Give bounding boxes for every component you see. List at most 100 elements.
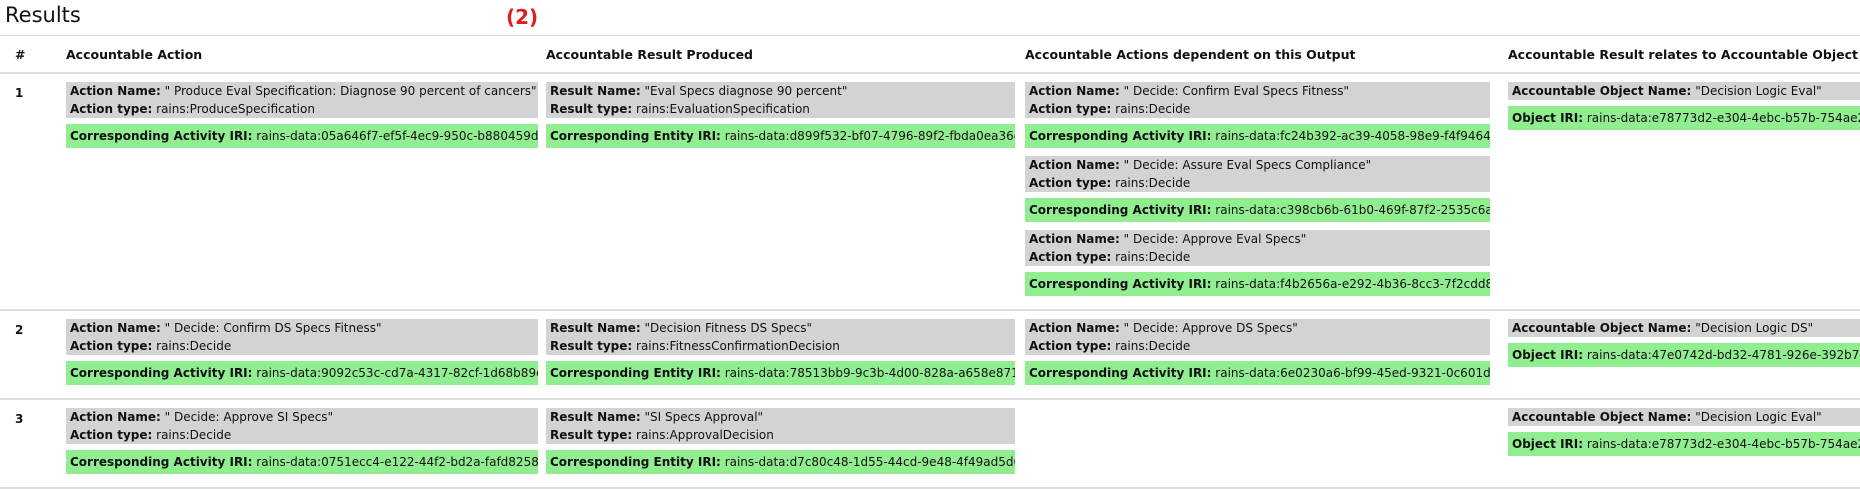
field-label: Action type: (70, 339, 153, 353)
field-value: " Decide: Confirm Eval Specs Fitness" (1123, 84, 1350, 98)
field-label: Accountable Object Name: (1512, 84, 1692, 98)
result-info-box: Result Name: "SI Specs Approval" Result t… (546, 408, 1015, 444)
annotation-marker: (2) (506, 5, 539, 29)
result-cell: Result Name: "Eval Specs diagnose 90 per… (505, 73, 1015, 311)
field-label: Result type: (550, 339, 633, 353)
dependent-activity-iri-box: Corresponding Activity IRI: rains-data:f… (1025, 124, 1490, 148)
field-value: rains-data:e78773d2-e304-4ebc-b57b-754ae… (1586, 437, 1860, 451)
header-number: # (0, 36, 25, 74)
object-iri-box: Object IRI: rains-data:e78773d2-e304-4eb… (1508, 432, 1860, 456)
action-cell: Action Name: " Decide: Approve SI Specs"… (25, 399, 538, 489)
dependent-actions-cell: Action Name: " Decide: Confirm Eval Spec… (984, 73, 1490, 311)
field-value: "Eval Specs diagnose 90 percent" (644, 84, 848, 98)
field-value: rains-data:78513bb9-9c3b-4d00-828a-a658e… (724, 366, 1015, 380)
object-cell: Accountable Object Name: "Decision Logic… (1467, 310, 1860, 400)
dependent-action-info-box: Action Name: " Decide: Approve DS Specs"… (1025, 319, 1490, 355)
field-label: Accountable Object Name: (1512, 410, 1692, 424)
entity-iri-box: Corresponding Entity IRI: rains-data:d7c… (546, 450, 1015, 474)
field-label: Action type: (70, 102, 153, 116)
dependent-activity-iri-box: Corresponding Activity IRI: rains-data:c… (1025, 198, 1490, 222)
field-value: rains:EvaluationSpecification (636, 102, 810, 116)
row-number: 3 (0, 399, 25, 489)
field-value: rains-data:d899f532-bf07-4796-89f2-fbda0… (724, 129, 1015, 143)
action-info-box: Action Name: " Decide: Approve SI Specs"… (66, 408, 538, 444)
dependent-action-info-box: Action Name: " Decide: Approve Eval Spec… (1025, 230, 1490, 266)
field-label: Action type: (1029, 250, 1112, 264)
field-value: rains-data:f4b2656a-e292-4b36-8cc3-7f2cd… (1215, 277, 1490, 291)
table-body: 1 Action Name: " Produce Eval Specificati… (0, 73, 1860, 489)
dependent-actions-cell: Action Name: " Decide: Approve DS Specs"… (984, 310, 1490, 400)
field-value: " Decide: Approve Eval Specs" (1123, 232, 1307, 246)
field-label: Action Name: (1029, 232, 1120, 246)
result-cell: Result Name: "SI Specs Approval" Result t… (505, 399, 1015, 489)
field-label: Corresponding Activity IRI: (1029, 129, 1212, 143)
action-info-box: Action Name: " Produce Eval Specificatio… (66, 82, 538, 118)
activity-iri-box: Corresponding Activity IRI: rains-data:0… (66, 450, 538, 474)
field-value: rains:ApprovalDecision (636, 428, 774, 442)
row-number: 1 (0, 73, 25, 311)
field-label: Action type: (1029, 339, 1112, 353)
field-label: Action type: (70, 428, 153, 442)
action-info-box: Action Name: " Decide: Confirm DS Specs … (66, 319, 538, 355)
field-label: Corresponding Activity IRI: (1029, 203, 1212, 217)
results-table: # Accountable Action Accountable Result … (0, 36, 1860, 489)
field-value: " Produce Eval Specification: Diagnose 9… (164, 84, 537, 98)
field-value: rains-data:fc24b392-ac39-4058-98e9-f4f94… (1215, 129, 1490, 143)
field-value: rains:Decide (1115, 339, 1191, 353)
field-label: Result type: (550, 428, 633, 442)
field-value: "Decision Fitness DS Specs" (644, 321, 812, 335)
result-info-box: Result Name: "Decision Fitness DS Specs"… (546, 319, 1015, 355)
object-info-box: Accountable Object Name: "Decision Logic… (1508, 319, 1860, 337)
field-label: Action Name: (1029, 321, 1120, 335)
field-label: Result Name: (550, 410, 641, 424)
field-value: rains-data:6e0230a6-bf99-45ed-9321-0c601… (1215, 366, 1490, 380)
field-value: rains-data:9092c53c-cd7a-4317-82cf-1d68b… (256, 366, 538, 380)
field-label: Action type: (1029, 102, 1112, 116)
field-label: Result Name: (550, 84, 641, 98)
field-label: Action Name: (70, 410, 161, 424)
field-label: Object IRI: (1512, 437, 1584, 451)
field-label: Corresponding Activity IRI: (1029, 366, 1212, 380)
object-info-box: Accountable Object Name: "Decision Logic… (1508, 408, 1860, 426)
header-accountable-action: Accountable Action (25, 36, 505, 74)
field-value: rains:Decide (1115, 250, 1191, 264)
table-row: 1 Action Name: " Produce Eval Specificati… (0, 73, 1860, 311)
field-value: " Decide: Approve SI Specs" (164, 410, 334, 424)
field-value: rains-data:0751ecc4-e122-44f2-bd2a-fafd8… (256, 455, 538, 469)
field-label: Result type: (550, 102, 633, 116)
field-value: rains:Decide (156, 428, 232, 442)
header-accountable-object: Accountable Result relates to Accountabl… (1467, 36, 1860, 74)
activity-iri-box: Corresponding Activity IRI: rains-data:9… (66, 361, 538, 385)
dependent-activity-iri-box: Corresponding Activity IRI: rains-data:6… (1025, 361, 1490, 385)
field-label: Object IRI: (1512, 111, 1584, 125)
field-value: rains-data:47e0742d-bd32-4781-926e-392b7… (1586, 348, 1860, 362)
field-value: rains:Decide (1115, 102, 1191, 116)
field-label: Object IRI: (1512, 348, 1584, 362)
dependent-action-info-box: Action Name: " Decide: Confirm Eval Spec… (1025, 82, 1490, 118)
field-label: Result Name: (550, 321, 641, 335)
table-header-row: # Accountable Action Accountable Result … (0, 36, 1860, 74)
field-label: Action Name: (1029, 84, 1120, 98)
field-label: Corresponding Entity IRI: (550, 366, 721, 380)
field-value: rains-data:e78773d2-e304-4ebc-b57b-754ae… (1586, 111, 1860, 125)
field-label: Corresponding Activity IRI: (70, 129, 253, 143)
header-dependent-actions: Accountable Actions dependent on this Ou… (984, 36, 1467, 74)
result-cell: Result Name: "Decision Fitness DS Specs"… (505, 310, 1015, 400)
field-label: Corresponding Entity IRI: (550, 455, 721, 469)
header-accountable-result: Accountable Result Produced (505, 36, 984, 74)
field-value: "SI Specs Approval" (644, 410, 764, 424)
activity-iri-box: Corresponding Activity IRI: rains-data:0… (66, 124, 538, 148)
dependent-actions-cell (984, 399, 1467, 489)
field-label: Corresponding Entity IRI: (550, 129, 721, 143)
object-iri-box: Object IRI: rains-data:47e0742d-bd32-478… (1508, 343, 1860, 367)
object-cell: Accountable Object Name: "Decision Logic… (1467, 73, 1860, 311)
result-info-box: Result Name: "Eval Specs diagnose 90 per… (546, 82, 1015, 118)
field-label: Accountable Object Name: (1512, 321, 1692, 335)
field-value: rains-data:c398cb6b-61b0-469f-87f2-2535c… (1215, 203, 1490, 217)
field-label: Action Name: (70, 84, 161, 98)
table-row: 3 Action Name: " Decide: Approve SI Specs… (0, 399, 1860, 489)
action-cell: Action Name: " Produce Eval Specificatio… (25, 73, 538, 311)
field-label: Corresponding Activity IRI: (70, 366, 253, 380)
field-value: rains:FitnessConfirmationDecision (636, 339, 840, 353)
field-value: rains:Decide (1115, 176, 1191, 190)
